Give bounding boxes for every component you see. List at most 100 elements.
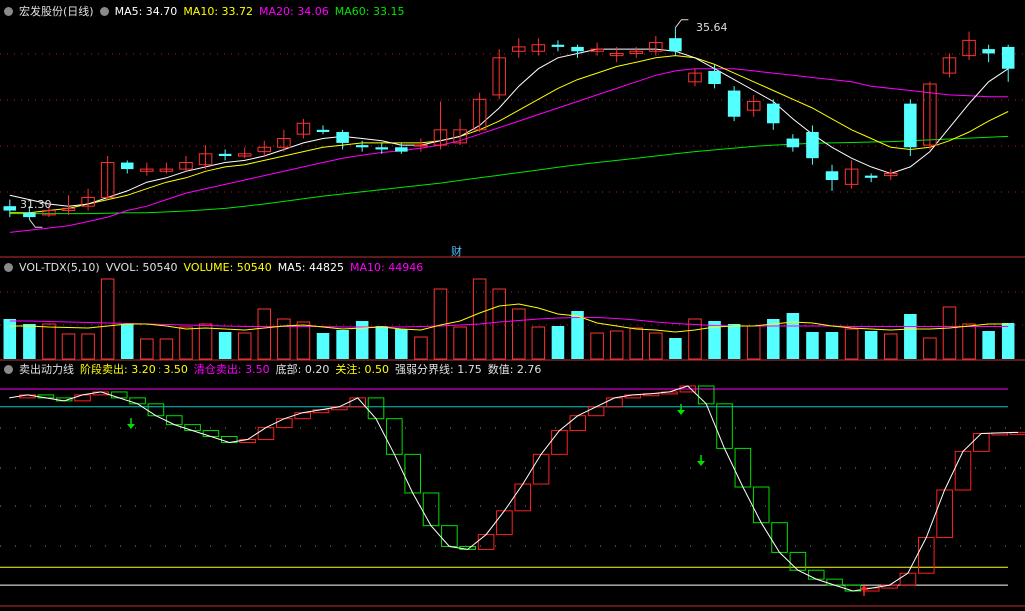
volume-bar: [140, 338, 154, 360]
indicator-box: [752, 486, 770, 524]
focus-value: 关注: 0.50: [335, 363, 390, 376]
current-value: 数值: 2.76: [487, 363, 542, 376]
indicator-box: [441, 525, 458, 547]
volume-bar: [609, 330, 624, 360]
volume-bar: [277, 318, 291, 360]
indicator-box: [404, 453, 421, 494]
volume-title: VOL-TDX(5,10): [19, 261, 100, 274]
volume-bar: [942, 306, 957, 360]
volume-bar: [727, 324, 741, 359]
volume-bar: [629, 327, 644, 360]
stage-sell-value: 阶段卖出: 3.20: [80, 363, 156, 376]
sell-signal-arrow: [697, 461, 705, 466]
indicator-box: [771, 522, 788, 553]
price-ma60-value: MA60: 33.15: [334, 5, 405, 18]
indicator-box: [936, 489, 953, 539]
price-panel-menu-button[interactable]: [4, 7, 13, 16]
indicator-box: [276, 418, 293, 429]
price-title: 宏发股份(日线): [19, 5, 94, 18]
price-candle: [982, 49, 995, 54]
indicator-box: [514, 483, 532, 512]
indicator-box: [110, 391, 128, 399]
indicator-box: [496, 510, 513, 536]
ma10-line: [9, 55, 1009, 214]
price-candle: [23, 212, 36, 218]
indicator-box: [129, 397, 146, 405]
volume-bar: [237, 332, 252, 360]
volume-bar: [395, 329, 408, 359]
price-candle: [708, 70, 721, 84]
kline-chart-canvas[interactable]: [0, 0, 1025, 611]
ma5-line: [9, 48, 1009, 207]
volume-bar: [296, 321, 311, 360]
price-candle: [3, 206, 17, 211]
indicator-box: [551, 430, 568, 455]
price-candle: [120, 162, 134, 170]
stage-sell-value-2: 3.50: [163, 363, 188, 376]
volume-bar: [786, 313, 800, 359]
volume-bar: [472, 278, 487, 360]
price-candle: [806, 132, 819, 159]
volume-bar: [649, 332, 663, 360]
volume-bar: [806, 332, 819, 359]
price-candle: [786, 138, 800, 148]
volume-bar: [453, 326, 467, 360]
indicator-box: [569, 415, 587, 432]
indicator-title: 卖出动力线: [19, 363, 74, 376]
indicator-box: [386, 418, 403, 455]
low-price-marker: 31.30: [20, 198, 52, 211]
volume-bar: [257, 308, 272, 360]
sell-signal-arrow: [127, 424, 135, 429]
volume-bar: [590, 332, 604, 360]
indicator-box: [973, 433, 990, 452]
volume-bar: [198, 323, 213, 360]
volume-bar: [218, 332, 232, 359]
volume-ma5-value: MA5: 44825: [277, 261, 345, 274]
price-candle: [395, 147, 408, 152]
volume-bar: [375, 326, 389, 359]
indicator-box: [807, 569, 825, 580]
volume-bar: [883, 333, 898, 360]
indicator-box: [954, 450, 972, 491]
volume-bar: [844, 328, 859, 360]
price-candle: [571, 46, 584, 52]
volume-bar: [3, 319, 17, 359]
volume-bar: [316, 333, 330, 359]
indicator-box: [917, 537, 935, 574]
indicator-box: [294, 412, 311, 420]
volume-bar: [61, 333, 76, 360]
price-candle: [767, 103, 780, 124]
indicator-box: [74, 394, 91, 402]
volume-panel-menu-button[interactable]: [4, 263, 13, 272]
indicator-box: [587, 406, 605, 417]
price-indicator-button[interactable]: [99, 7, 109, 16]
volume-panel-header: VOL-TDX(5,10) VVOL: 50540 VOLUME: 50540 MA5…: [4, 261, 429, 275]
indicator-box: [734, 447, 752, 488]
price-candle: [864, 175, 878, 178]
indicator-box: [367, 397, 385, 420]
indicator-box: [202, 430, 220, 438]
volume-value: VOLUME: 50540: [183, 261, 272, 274]
price-candle: [218, 153, 232, 156]
indicator-box: [899, 572, 917, 586]
indicator-box: [165, 415, 183, 426]
high-marker-leader: [675, 19, 689, 29]
volume-bar: [982, 331, 995, 359]
price-candle: [727, 90, 741, 117]
indicator-box: [716, 403, 733, 449]
indicator-box: [184, 424, 201, 432]
volume-bar: [551, 326, 565, 359]
finance-marker[interactable]: 财: [451, 243, 462, 259]
sell-signal-arrow: [677, 410, 685, 415]
volume-bar: [923, 337, 937, 360]
volume-bar: [669, 338, 682, 359]
volume-vvol-value: VVOL: 50540: [105, 261, 178, 274]
price-candle: [1001, 46, 1015, 69]
volume-bar: [864, 331, 878, 359]
volume-bar: [571, 311, 584, 359]
price-ma10-value: MA10: 33.72: [183, 5, 254, 18]
volume-bar: [962, 323, 976, 360]
indicator-panel-menu-button[interactable]: [4, 365, 13, 374]
price-candle: [375, 147, 389, 150]
price-candle: [669, 38, 682, 52]
